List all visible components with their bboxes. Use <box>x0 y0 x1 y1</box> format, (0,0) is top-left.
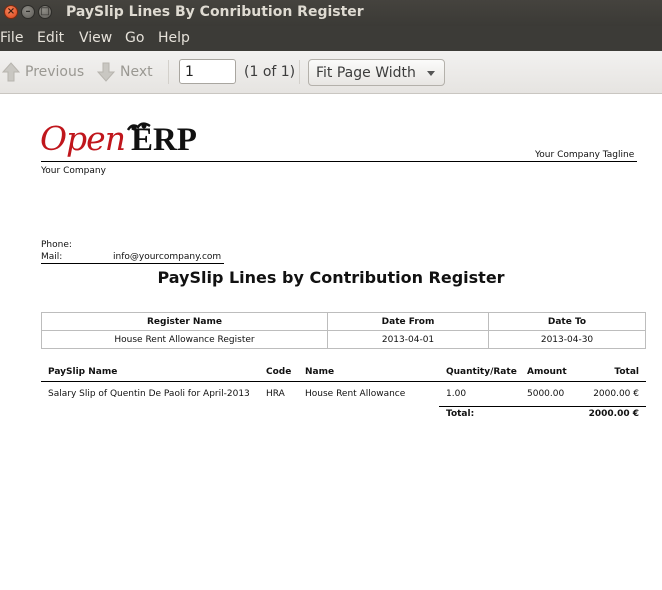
company-name: Your Company <box>41 166 106 176</box>
company-tagline: Your Company Tagline <box>535 150 635 160</box>
close-window-button[interactable]: × <box>4 5 18 19</box>
total-cell: 2000.00 € <box>593 389 639 399</box>
total-header: Total <box>575 363 646 382</box>
report-title: PaySlip Lines by Contribution Register <box>157 268 505 287</box>
previous-button[interactable]: Previous <box>2 61 84 83</box>
register-name-header: Register Name <box>41 312 328 331</box>
menu-help[interactable]: Help <box>158 30 190 47</box>
page-count: (1 of 1) <box>244 64 296 80</box>
quantity-rate-header: Quantity/Rate <box>439 363 520 382</box>
maximize-icon: □ <box>40 6 50 17</box>
amount-cell: 5000.00 <box>527 389 565 399</box>
minimize-icon: – <box>25 6 31 17</box>
register-header-row: Register Name Date From Date To <box>41 312 646 331</box>
date-to-value: 2013-04-30 <box>488 330 646 349</box>
page-number-input[interactable] <box>179 59 236 84</box>
code-cell: HRA <box>266 389 285 400</box>
name-header: Name <box>298 363 439 382</box>
company-logo: Open ERP <box>40 119 197 159</box>
register-name-value: House Rent Allowance Register <box>41 330 328 349</box>
register-value-row: House Rent Allowance Register 2013-04-01… <box>41 330 646 349</box>
date-to-header: Date To <box>488 312 646 331</box>
menu-go[interactable]: Go <box>125 30 144 47</box>
next-label: Next <box>120 64 153 80</box>
dropdown-arrow-icon <box>427 71 435 76</box>
title-bar: × – □ PaySlip Lines By Conribution Regis… <box>0 0 662 26</box>
logo-ant-icon <box>126 122 151 131</box>
logo-open-text: Open <box>40 119 126 158</box>
zoom-select[interactable]: Fit Page Width <box>308 59 445 86</box>
code-header: Code <box>259 363 298 382</box>
name-cell: House Rent Allowance <box>305 389 406 400</box>
maximize-window-button[interactable]: □ <box>38 5 52 19</box>
date-from-header: Date From <box>327 312 489 331</box>
window-title: PaySlip Lines By Conribution Register <box>66 4 364 20</box>
total-label: Total: <box>439 406 520 421</box>
arrow-up-icon <box>2 62 20 82</box>
register-table: Register Name Date From Date To House Re… <box>41 312 646 349</box>
mail-label: Mail: <box>41 252 63 262</box>
toolbar-separator <box>168 60 169 84</box>
phone-label: Phone: <box>41 240 72 250</box>
quantity-rate-cell: 1.00 <box>446 389 467 399</box>
lines-header-row: PaySlip Name Code Name Quantity/Rate Amo… <box>41 363 646 382</box>
menu-view[interactable]: View <box>79 30 112 47</box>
arrow-down-icon <box>97 62 115 82</box>
next-button[interactable]: Next <box>97 61 153 83</box>
payslip-name-header: PaySlip Name <box>41 363 259 382</box>
payslip-lines-table: PaySlip Name Code Name Quantity/Rate Amo… <box>41 363 646 421</box>
total-row: Total: 2000.00 € <box>41 406 646 421</box>
toolbar: Previous Next (1 of 1) Fit Page Width <box>0 51 662 94</box>
total-value: 2000.00 € <box>575 406 646 421</box>
menu-bar: File Edit View Go Help <box>0 26 662 51</box>
previous-label: Previous <box>25 64 85 80</box>
menu-edit[interactable]: Edit <box>37 30 64 47</box>
close-icon: × <box>6 6 16 17</box>
mail-value: info@yourcompany.com <box>113 252 222 262</box>
amount-header: Amount <box>520 363 575 382</box>
menu-file[interactable]: File <box>0 30 23 47</box>
table-row: Salary Slip of Quentin De Paoli for Apri… <box>41 382 646 407</box>
header-rule <box>41 161 637 162</box>
contact-rule <box>41 263 224 264</box>
payslip-name-cell: Salary Slip of Quentin De Paoli for Apri… <box>48 389 250 400</box>
date-from-value: 2013-04-01 <box>327 330 489 349</box>
minimize-window-button[interactable]: – <box>21 5 35 19</box>
zoom-select-label: Fit Page Width <box>316 65 416 81</box>
toolbar-separator <box>299 60 300 84</box>
